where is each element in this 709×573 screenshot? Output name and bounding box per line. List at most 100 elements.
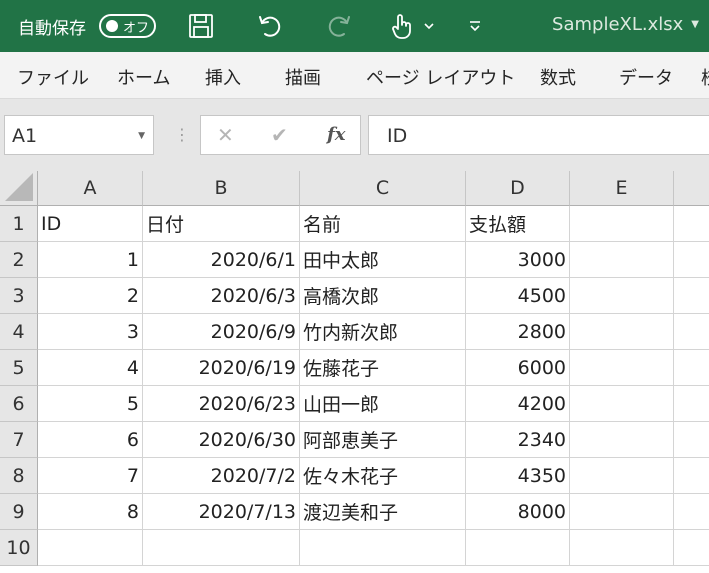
cell-d10[interactable]: [466, 530, 570, 566]
column-header-d[interactable]: D: [466, 171, 570, 206]
cell-b7[interactable]: 2020/6/30: [143, 422, 300, 458]
document-title[interactable]: SampleXL.xlsx ▼: [552, 14, 699, 35]
cell-f1[interactable]: [674, 206, 709, 242]
cell-e8[interactable]: [570, 458, 674, 494]
cell-e4[interactable]: [570, 314, 674, 350]
row-header-5[interactable]: 5: [0, 350, 38, 386]
row-header-2[interactable]: 2: [0, 242, 38, 278]
cell-c7[interactable]: 阿部恵美子: [300, 422, 466, 458]
cell-e1[interactable]: [570, 206, 674, 242]
cell-d6[interactable]: 4200: [466, 386, 570, 422]
name-box[interactable]: A1 ▼: [4, 115, 154, 155]
tab-data[interactable]: データ: [619, 64, 673, 90]
select-all-corner[interactable]: [0, 171, 38, 206]
cell-d3[interactable]: 4500: [466, 278, 570, 314]
row-header-3[interactable]: 3: [0, 278, 38, 314]
tab-home[interactable]: ホーム: [117, 64, 170, 90]
cancel-icon[interactable]: ✕: [217, 116, 234, 154]
cell-c6[interactable]: 山田一郎: [300, 386, 466, 422]
cell-e2[interactable]: [570, 242, 674, 278]
cell-e7[interactable]: [570, 422, 674, 458]
cell-f10[interactable]: [674, 530, 709, 566]
row-header-6[interactable]: 6: [0, 386, 38, 422]
cell-d4[interactable]: 2800: [466, 314, 570, 350]
insert-function-icon[interactable]: fx: [327, 116, 345, 154]
name-box-dropdown-icon[interactable]: ▼: [138, 116, 145, 156]
cell-a5[interactable]: 4: [38, 350, 143, 386]
cell-b3[interactable]: 2020/6/3: [143, 278, 300, 314]
chevron-down-icon[interactable]: [423, 12, 435, 40]
cell-a3[interactable]: 2: [38, 278, 143, 314]
customize-qat-icon[interactable]: [468, 12, 482, 40]
cell-f5[interactable]: [674, 350, 709, 386]
tab-review[interactable]: 校: [701, 64, 709, 90]
cell-c8[interactable]: 佐々木花子: [300, 458, 466, 494]
cell-e5[interactable]: [570, 350, 674, 386]
cell-b6[interactable]: 2020/6/23: [143, 386, 300, 422]
cell-b9[interactable]: 2020/7/13: [143, 494, 300, 530]
cell-f3[interactable]: [674, 278, 709, 314]
cell-a9[interactable]: 8: [38, 494, 143, 530]
cell-f9[interactable]: [674, 494, 709, 530]
column-header-e[interactable]: E: [570, 171, 674, 206]
save-icon[interactable]: [188, 12, 214, 40]
cell-f6[interactable]: [674, 386, 709, 422]
row-header-10[interactable]: 10: [0, 530, 38, 566]
touch-mode-icon[interactable]: [390, 12, 414, 40]
cell-b8[interactable]: 2020/7/2: [143, 458, 300, 494]
undo-icon[interactable]: [256, 12, 284, 40]
tab-formulas[interactable]: 数式: [540, 64, 576, 90]
cell-f7[interactable]: [674, 422, 709, 458]
formula-bar-grip-icon[interactable]: ⋮: [174, 125, 190, 144]
cell-b5[interactable]: 2020/6/19: [143, 350, 300, 386]
tab-page-layout[interactable]: ページ レイアウト: [366, 64, 515, 90]
tab-file[interactable]: ファイル: [17, 64, 89, 90]
cell-f8[interactable]: [674, 458, 709, 494]
column-header-a[interactable]: A: [38, 171, 143, 206]
cell-a10[interactable]: [38, 530, 143, 566]
cell-d5[interactable]: 6000: [466, 350, 570, 386]
cell-c10[interactable]: [300, 530, 466, 566]
cell-c4[interactable]: 竹内新次郎: [300, 314, 466, 350]
formula-input[interactable]: ID: [368, 115, 709, 155]
cell-f2[interactable]: [674, 242, 709, 278]
cell-a1[interactable]: ID: [38, 206, 143, 242]
cell-a7[interactable]: 6: [38, 422, 143, 458]
cell-b10[interactable]: [143, 530, 300, 566]
cell-a6[interactable]: 5: [38, 386, 143, 422]
enter-icon[interactable]: ✔: [271, 116, 288, 154]
cell-c2[interactable]: 田中太郎: [300, 242, 466, 278]
tab-insert[interactable]: 挿入: [205, 64, 241, 90]
column-header-b[interactable]: B: [143, 171, 300, 206]
cell-d9[interactable]: 8000: [466, 494, 570, 530]
cell-b1[interactable]: 日付: [143, 206, 300, 242]
row-header-4[interactable]: 4: [0, 314, 38, 350]
column-header-c[interactable]: C: [300, 171, 466, 206]
cell-e10[interactable]: [570, 530, 674, 566]
tab-draw[interactable]: 描画: [285, 64, 321, 90]
row-header-1[interactable]: 1: [0, 206, 38, 242]
cell-b2[interactable]: 2020/6/1: [143, 242, 300, 278]
row-header-9[interactable]: 9: [0, 494, 38, 530]
cell-d1[interactable]: 支払額: [466, 206, 570, 242]
cell-a8[interactable]: 7: [38, 458, 143, 494]
cell-d2[interactable]: 3000: [466, 242, 570, 278]
cell-c9[interactable]: 渡辺美和子: [300, 494, 466, 530]
cell-a2[interactable]: 1: [38, 242, 143, 278]
cell-a4[interactable]: 3: [38, 314, 143, 350]
cell-c5[interactable]: 佐藤花子: [300, 350, 466, 386]
cell-c1[interactable]: 名前: [300, 206, 466, 242]
autosave-toggle[interactable]: オフ: [99, 14, 156, 38]
cell-e9[interactable]: [570, 494, 674, 530]
cell-d7[interactable]: 2340: [466, 422, 570, 458]
cell-e6[interactable]: [570, 386, 674, 422]
cell-f4[interactable]: [674, 314, 709, 350]
redo-icon[interactable]: [325, 12, 353, 40]
row-header-8[interactable]: 8: [0, 458, 38, 494]
cell-e3[interactable]: [570, 278, 674, 314]
cell-b4[interactable]: 2020/6/9: [143, 314, 300, 350]
cell-d8[interactable]: 4350: [466, 458, 570, 494]
column-header-f[interactable]: [674, 171, 709, 206]
row-header-7[interactable]: 7: [0, 422, 38, 458]
cell-c3[interactable]: 高橋次郎: [300, 278, 466, 314]
